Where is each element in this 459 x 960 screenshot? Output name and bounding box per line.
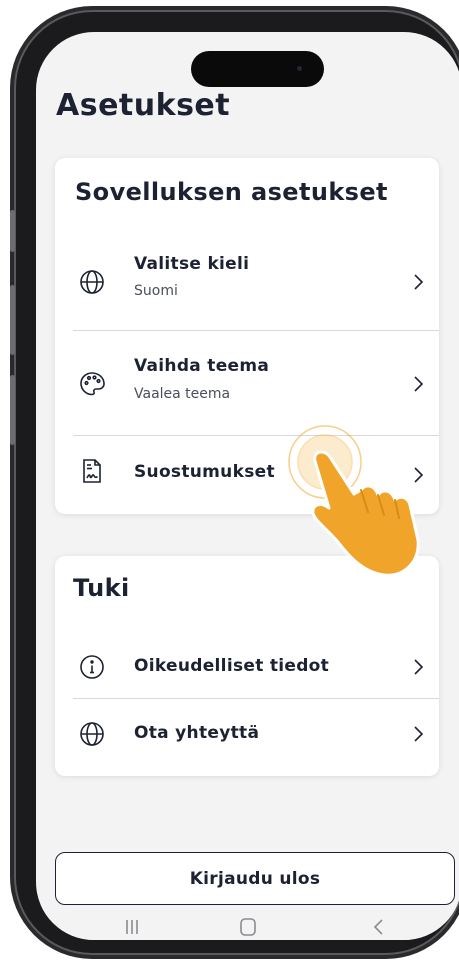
volume-up-button [10, 285, 15, 355]
camera-dot [297, 66, 302, 71]
dynamic-island [191, 51, 324, 87]
chevron-right-icon [411, 375, 425, 393]
tap-hand-icon [288, 425, 420, 577]
info-icon [79, 654, 105, 680]
legal-info-label: Oikeudelliset tiedot [134, 656, 330, 676]
palette-icon [79, 371, 105, 397]
chevron-right-icon [411, 273, 425, 291]
support-card: Tuki Oikeudelliset tiedot Ota yhteyttä [55, 556, 439, 776]
page-title: Asetukset [56, 88, 231, 123]
recents-icon[interactable] [122, 917, 142, 940]
volume-down-button [10, 375, 15, 445]
globe-icon [79, 269, 105, 295]
theme-label: Vaihda teema [134, 356, 270, 376]
chevron-right-icon [411, 725, 425, 743]
contact-label: Ota yhteyttä [134, 723, 260, 743]
home-icon[interactable] [238, 917, 258, 940]
legal-info-row[interactable]: Oikeudelliset tiedot [55, 634, 439, 698]
support-title: Tuki [73, 574, 130, 602]
chevron-right-icon [411, 658, 425, 676]
consents-label: Suostumukset [134, 462, 275, 482]
language-value: Suomi [134, 283, 178, 299]
system-nav-bar [36, 905, 459, 940]
language-label: Valitse kieli [134, 254, 250, 274]
language-row[interactable]: Valitse kieli Suomi [55, 236, 439, 330]
document-signature-icon [79, 458, 105, 484]
back-icon[interactable] [369, 917, 389, 940]
theme-value: Vaalea teema [134, 386, 231, 402]
globe-icon [79, 721, 105, 747]
app-settings-title: Sovelluksen asetukset [75, 178, 388, 206]
contact-row[interactable]: Ota yhteyttä [55, 699, 439, 773]
logout-button[interactable]: Kirjaudu ulos [55, 852, 455, 905]
action-button [10, 210, 15, 252]
